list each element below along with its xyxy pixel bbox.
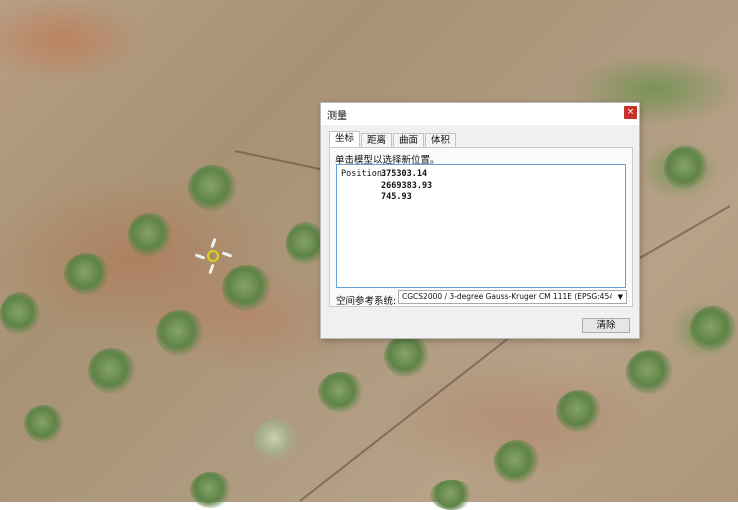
- tab-coordinates[interactable]: 坐标: [329, 131, 361, 148]
- chevron-down-icon: ▼: [617, 293, 623, 301]
- coordinates-panel: 单击模型以选择新位置。 Position: 375303.14 2669383.…: [329, 147, 633, 307]
- tab-distance[interactable]: 距离: [361, 133, 393, 148]
- crop-plant: [556, 390, 602, 432]
- crop-plant: [128, 213, 172, 257]
- tab-bar: 坐标 距离 曲面 体积: [329, 131, 457, 148]
- crop-plant: [88, 348, 136, 394]
- tab-surface[interactable]: 曲面: [393, 133, 425, 148]
- crop-plant: [318, 372, 364, 412]
- srs-selected-value: CGCS2000 / 3-degree Gauss-Kruger CM 111E…: [402, 292, 612, 301]
- position-y-value: 2669383.93: [381, 181, 433, 191]
- crop-plant: [690, 306, 736, 352]
- crop-plant: [664, 146, 708, 190]
- dialog-titlebar[interactable]: 测量 ×: [321, 103, 639, 125]
- crop-plant: [188, 165, 238, 211]
- crop-plant: [626, 350, 674, 394]
- close-button[interactable]: ×: [624, 106, 637, 119]
- tab-volume[interactable]: 体积: [425, 133, 457, 148]
- marker-arm: [221, 251, 233, 258]
- srs-label: 空间参考系统:: [336, 296, 397, 307]
- crop-plant: [156, 310, 204, 356]
- marker-arm: [210, 237, 217, 249]
- position-z-value: 745.93: [381, 192, 412, 202]
- crop-plant: [222, 265, 272, 311]
- measure-target-marker: [194, 237, 233, 275]
- measure-dialog: 测量 × 坐标 距离 曲面 体积 单击模型以选择新位置。 Position: 3…: [320, 102, 640, 339]
- marker-arm: [194, 253, 206, 260]
- dialog-title: 测量: [327, 111, 347, 122]
- crop-plant: [254, 420, 298, 460]
- srs-select[interactable]: CGCS2000 / 3-degree Gauss-Kruger CM 111E…: [398, 290, 627, 304]
- crop-plant: [430, 480, 474, 510]
- crop-plant: [190, 472, 232, 508]
- crop-plant: [384, 335, 430, 377]
- marker-arm: [208, 263, 215, 275]
- crop-plant: [24, 405, 64, 443]
- clear-button[interactable]: 清除: [582, 318, 630, 333]
- target-ring-icon: [207, 250, 219, 262]
- position-result-box[interactable]: Position: 375303.14 2669383.93 745.93: [336, 164, 626, 288]
- ground-crack: [234, 150, 324, 171]
- crop-plant: [64, 253, 110, 295]
- crop-plant: [494, 440, 540, 484]
- crop-plant: [0, 292, 40, 336]
- position-x-value: 375303.14: [381, 169, 428, 179]
- close-icon: ×: [626, 107, 635, 117]
